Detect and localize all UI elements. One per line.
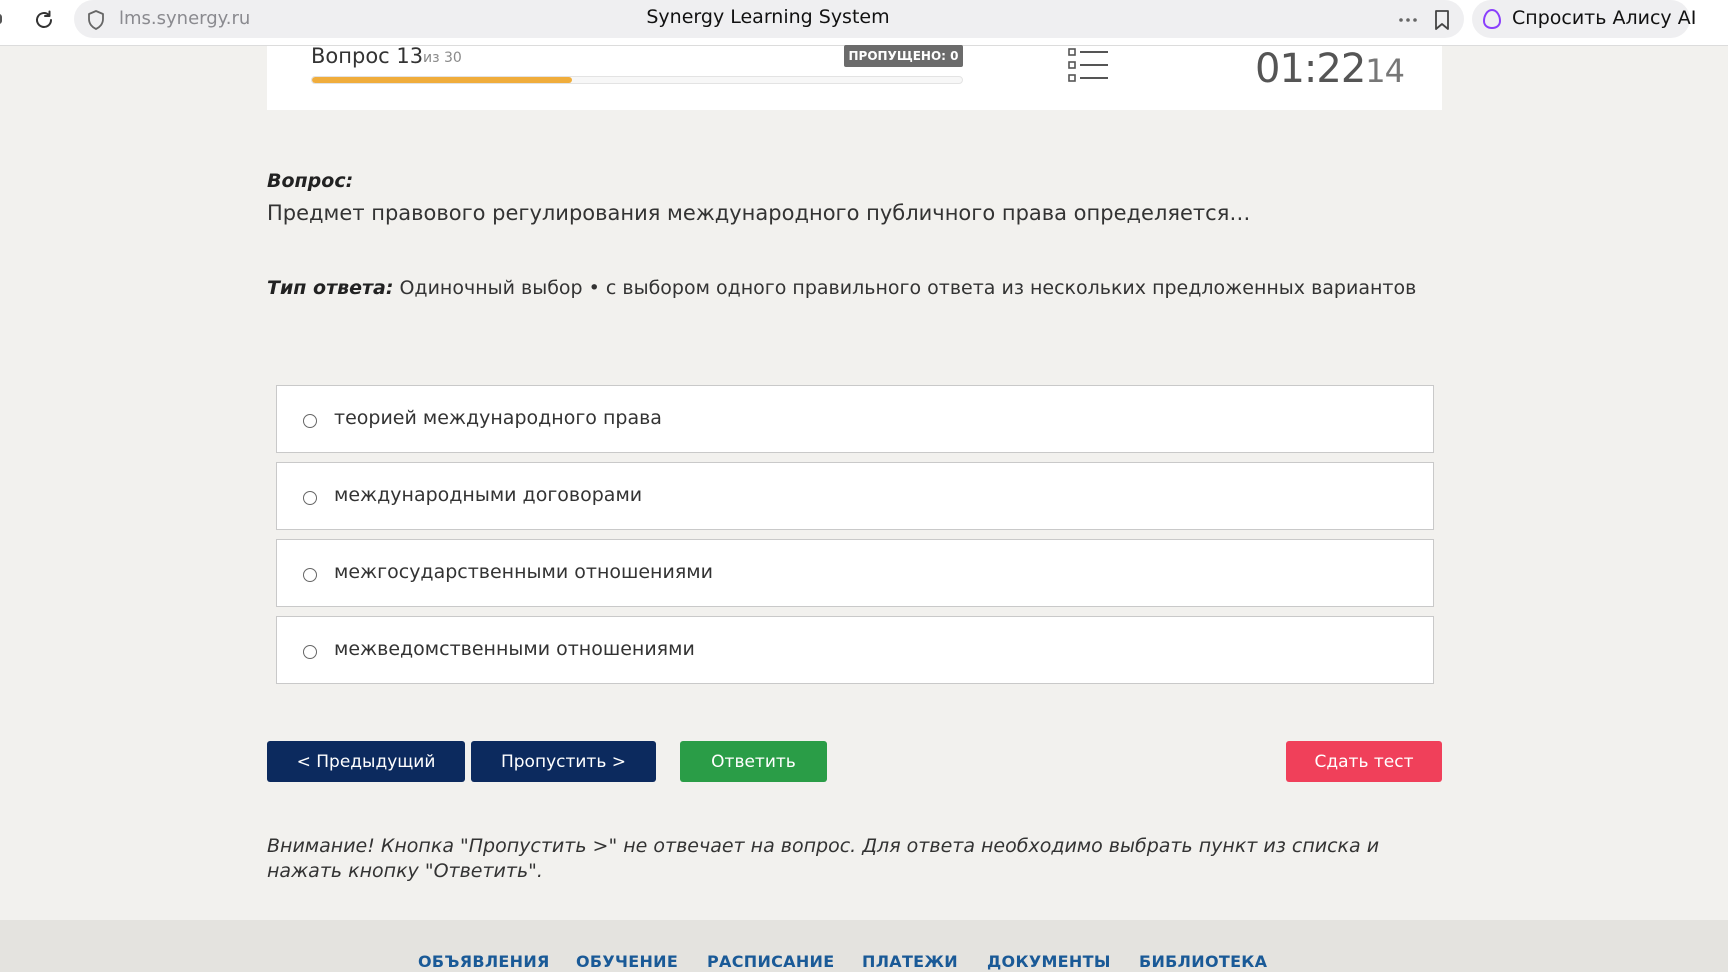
answer-option[interactable]: международными договорами <box>276 462 1434 530</box>
answer-type-label: Тип ответа: <box>267 277 394 299</box>
skip-button[interactable]: Пропустить > <box>471 741 656 782</box>
footer-link-announcements[interactable]: ОБЪЯВЛЕНИЯ <box>418 952 550 971</box>
ask-alice-label[interactable]: Спросить Алису AI <box>1512 7 1696 29</box>
answer-type: Тип ответа: Одиночный выбор • с выбором … <box>267 277 1416 299</box>
timer-main: 01:22 <box>1255 46 1366 92</box>
answer-option[interactable]: межведомственными отношениями <box>276 616 1434 684</box>
skip-warning-text: Внимание! Кнопка "Пропустить >" не отвеч… <box>267 835 1380 882</box>
footer-link-documents[interactable]: ДОКУМЕНТЫ <box>987 952 1111 971</box>
answer-option[interactable]: межгосударственными отношениями <box>276 539 1434 607</box>
skipped-badge: ПРОПУЩЕНО: 0 <box>844 45 963 67</box>
bookmark-icon[interactable] <box>1432 8 1452 32</box>
shield-icon[interactable] <box>86 9 106 31</box>
radio-button[interactable] <box>303 414 317 428</box>
answer-option-label: теорией международного права <box>334 407 662 429</box>
answer-type-value: Одиночный выбор • с выбором одного прави… <box>393 277 1417 299</box>
footer-link-payments[interactable]: ПЛАТЕЖИ <box>862 952 958 971</box>
alice-icon <box>1482 8 1502 30</box>
answer-option-label: межведомственными отношениями <box>334 638 695 660</box>
answer-button[interactable]: Ответить <box>680 741 827 782</box>
browser-page-title: Synergy Learning System <box>646 6 890 28</box>
url-text[interactable]: lms.synergy.ru <box>119 8 250 29</box>
question-number: Вопрос 13 <box>311 44 424 68</box>
progress-bar <box>311 76 963 84</box>
footer-link-library[interactable]: БИБЛИОТЕКА <box>1139 952 1267 971</box>
radio-button[interactable] <box>303 645 317 659</box>
question-total: из 30 <box>423 50 462 66</box>
more-icon[interactable] <box>1396 8 1420 32</box>
answer-option-label: международными договорами <box>334 484 643 506</box>
answer-option[interactable]: теорией международного права <box>276 385 1434 453</box>
question-label: Вопрос: <box>267 170 354 192</box>
footer-link-schedule[interactable]: РАСПИСАНИЕ <box>707 952 834 971</box>
timer-seconds: 14 <box>1365 52 1405 90</box>
reload-icon[interactable] <box>32 8 56 32</box>
progress-fill <box>312 77 572 83</box>
previous-button[interactable]: < Предыдущий <box>267 741 465 782</box>
radio-button[interactable] <box>303 568 317 582</box>
footer-link-education[interactable]: ОБУЧЕНИЕ <box>576 952 678 971</box>
answer-option-label: межгосударственными отношениями <box>334 561 713 583</box>
radio-button[interactable] <box>303 491 317 505</box>
countdown-timer: 01:2214 <box>1210 46 1405 92</box>
question-list-icon[interactable] <box>1068 47 1110 83</box>
submit-test-button[interactable]: Сдать тест <box>1286 741 1442 782</box>
question-text: Предмет правового регулирования междунар… <box>267 201 1251 225</box>
